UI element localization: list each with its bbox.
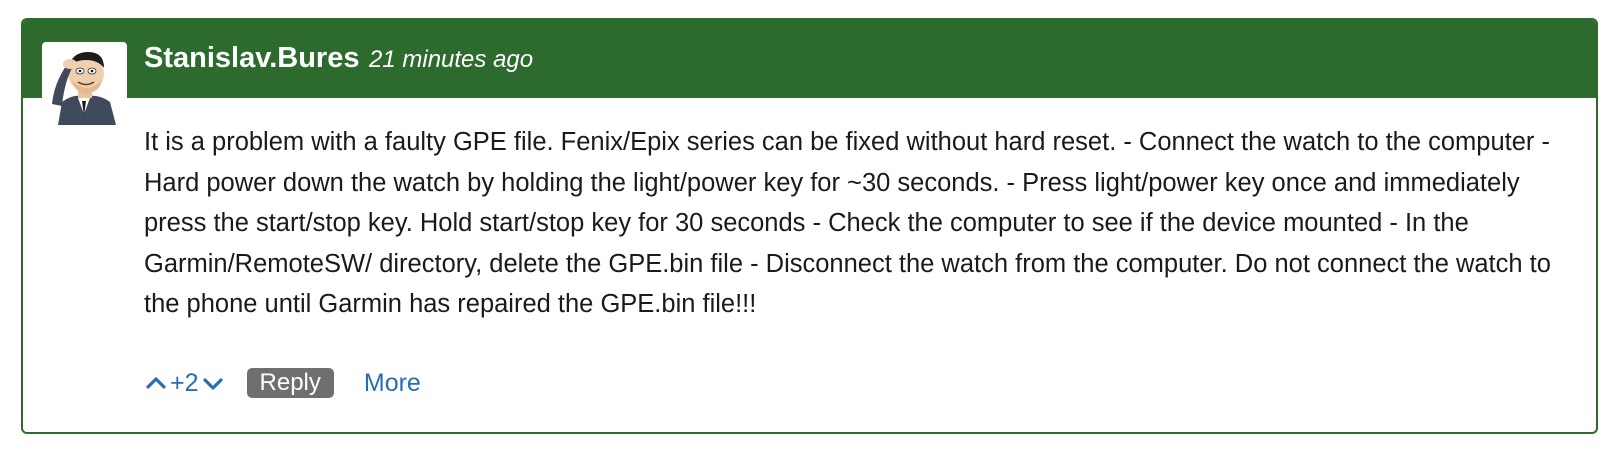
- post-actions: +2 Reply More: [144, 366, 421, 400]
- avatar[interactable]: [42, 42, 127, 127]
- author-name[interactable]: Stanislav.Bures: [144, 40, 359, 76]
- vote-count: +2: [170, 369, 199, 397]
- chevron-down-icon[interactable]: [201, 371, 225, 395]
- more-link[interactable]: More: [364, 366, 421, 400]
- forum-post: Stanislav.Bures 21 minutes ago It is a p…: [21, 18, 1598, 434]
- post-timestamp[interactable]: 21 minutes ago: [369, 44, 533, 76]
- post-body: It is a problem with a faulty GPE file. …: [144, 128, 1551, 318]
- reply-button[interactable]: Reply: [246, 368, 334, 398]
- chevron-up-icon[interactable]: [144, 371, 168, 395]
- post-header: Stanislav.Bures 21 minutes ago: [23, 20, 1596, 98]
- cartoon-man-avatar-icon: [44, 44, 125, 125]
